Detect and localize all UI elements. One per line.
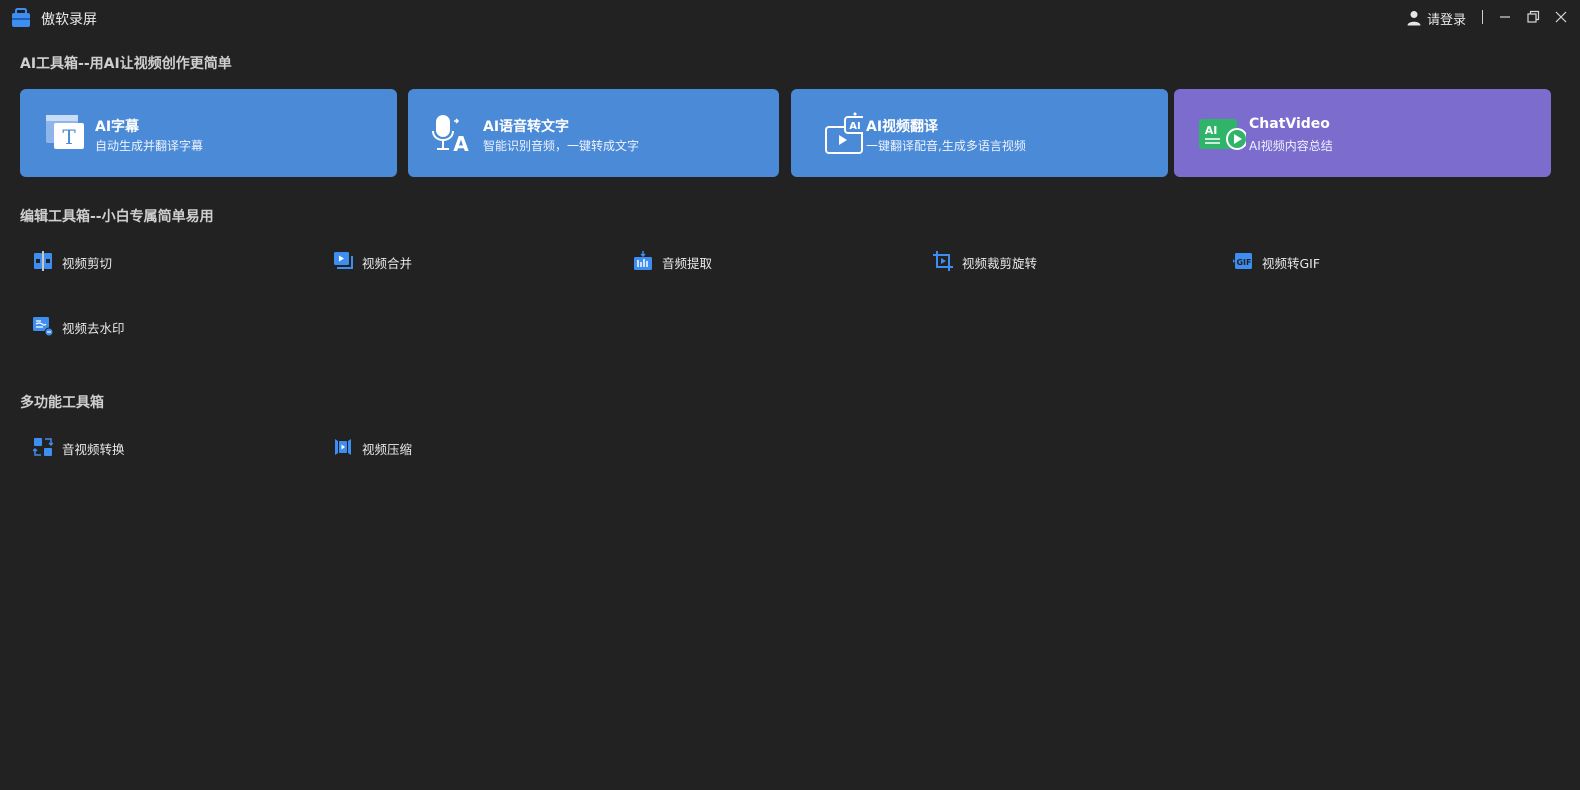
tool-video-cut[interactable]: 视频剪切 <box>20 233 320 289</box>
titlebar-divider <box>1482 10 1483 24</box>
tool-label: 视频去水印 <box>62 321 125 336</box>
user-icon <box>1407 11 1421 26</box>
minimize-icon <box>1500 16 1510 18</box>
tool-label: 视频压缩 <box>362 442 413 457</box>
svg-text:GIF: GIF <box>1236 258 1251 267</box>
tool-label: 音频提取 <box>662 256 713 271</box>
chatvideo-card[interactable]: AI ChatVideo AI视频内容总结 <box>1174 89 1551 177</box>
close-icon <box>1555 11 1567 23</box>
tool-label: 视频裁剪旋转 <box>962 256 1038 271</box>
restore-icon <box>1527 10 1540 23</box>
card-subtitle: AI视频内容总结 <box>1249 139 1333 153</box>
tool-label: 视频合并 <box>362 256 413 271</box>
tool-label: 视频转GIF <box>1262 256 1321 271</box>
multi-toolbox-title: 多功能工具箱 <box>20 395 104 411</box>
tool-video-compress[interactable]: 视频压缩 <box>320 419 620 475</box>
card-subtitle: 一键翻译配音,生成多语言视频 <box>866 139 1026 153</box>
microphone-text-icon: A <box>432 115 469 156</box>
svg-text:AI: AI <box>1205 124 1218 137</box>
card-subtitle: 自动生成并翻译字幕 <box>95 139 204 153</box>
svg-text:AI: AI <box>849 121 860 132</box>
card-subtitle: 智能识别音频，一键转成文字 <box>483 139 640 153</box>
login-button[interactable]: 请登录 <box>1407 8 1466 28</box>
video-merge-icon <box>334 252 353 269</box>
minimize-button[interactable] <box>1496 8 1514 26</box>
title-bar: 傲软录屏 请登录 <box>0 0 1580 36</box>
chatvideo-icon: AI <box>1199 119 1246 150</box>
ai-speech-to-text-card[interactable]: A AI语音转文字 智能识别音频，一键转成文字 <box>408 89 779 177</box>
tool-watermark-remove[interactable]: 视频去水印 <box>20 298 320 354</box>
tool-crop-rotate[interactable]: 视频裁剪旋转 <box>920 233 1220 289</box>
app-title: 傲软录屏 <box>41 12 97 28</box>
svg-text:A: A <box>453 132 469 156</box>
subtitle-icon: T <box>46 115 84 149</box>
svg-text:T: T <box>62 125 76 149</box>
ai-toolbox-title: AI工具箱--用AI让视频创作更简单 <box>20 56 232 72</box>
tool-video-to-gif[interactable]: GIF 视频转GIF <box>1220 233 1520 289</box>
ai-video-translate-card[interactable]: AI AI视频翻译 一键翻译配音,生成多语言视频 <box>791 89 1168 177</box>
tool-audio-extract[interactable]: 音频提取 <box>620 233 920 289</box>
close-button[interactable] <box>1552 8 1570 26</box>
card-title: AI视频翻译 <box>866 119 939 135</box>
ai-subtitle-card[interactable]: T AI字幕 自动生成并翻译字幕 <box>20 89 397 177</box>
app-logo-icon <box>12 8 30 27</box>
compress-icon <box>335 439 351 455</box>
video-cut-icon <box>34 251 52 271</box>
card-title: AI字幕 <box>95 119 140 135</box>
watermark-remove-icon <box>33 317 53 336</box>
tool-av-convert[interactable]: 音视频转换 <box>20 419 320 475</box>
edit-toolbox-title: 编辑工具箱--小白专属简单易用 <box>20 209 214 225</box>
video-translate-icon: AI <box>825 112 863 154</box>
gif-icon: GIF <box>1233 253 1252 269</box>
tool-video-merge[interactable]: 视频合并 <box>320 233 620 289</box>
audio-extract-icon <box>634 251 652 270</box>
card-title: ChatVideo <box>1249 116 1330 132</box>
crop-rotate-icon <box>933 251 953 271</box>
login-label: 请登录 <box>1427 12 1467 28</box>
tool-label: 视频剪切 <box>62 256 113 271</box>
tool-label: 音视频转换 <box>62 442 125 457</box>
convert-icon <box>33 438 53 456</box>
restore-button[interactable] <box>1524 8 1542 26</box>
card-title: AI语音转文字 <box>483 119 570 135</box>
